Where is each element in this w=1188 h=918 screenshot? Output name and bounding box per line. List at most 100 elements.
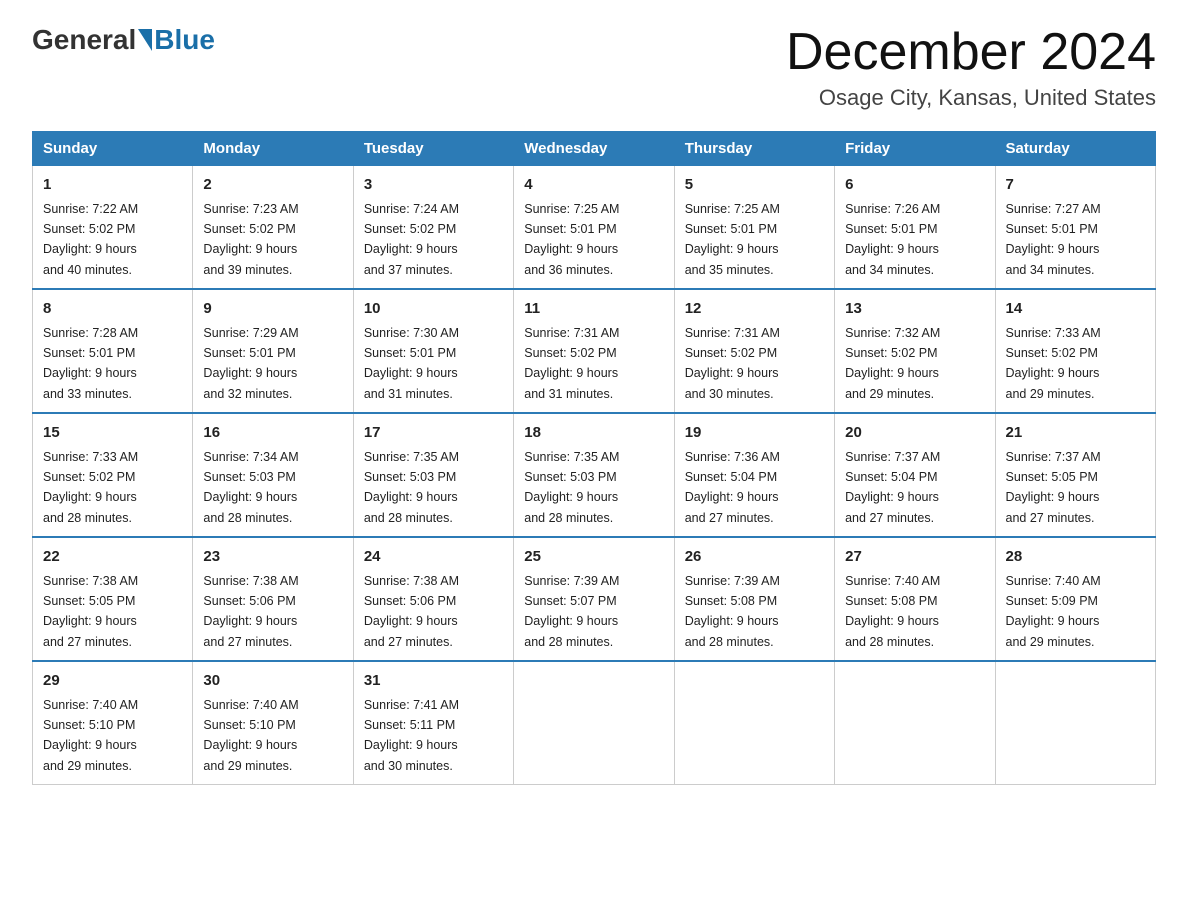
logo-arrow-icon xyxy=(138,29,152,51)
table-row: 11 Sunrise: 7:31 AMSunset: 5:02 PMDaylig… xyxy=(514,289,674,413)
day-number: 2 xyxy=(203,174,342,197)
day-info: Sunrise: 7:35 AMSunset: 5:03 PMDaylight:… xyxy=(524,450,619,525)
table-row: 2 Sunrise: 7:23 AMSunset: 5:02 PMDayligh… xyxy=(193,166,353,290)
day-info: Sunrise: 7:25 AMSunset: 5:01 PMDaylight:… xyxy=(524,202,619,277)
day-info: Sunrise: 7:26 AMSunset: 5:01 PMDaylight:… xyxy=(845,202,940,277)
logo-area: General Blue xyxy=(32,24,215,56)
day-number: 26 xyxy=(685,546,824,569)
calendar-table: Sunday Monday Tuesday Wednesday Thursday… xyxy=(32,131,1156,785)
day-info: Sunrise: 7:41 AMSunset: 5:11 PMDaylight:… xyxy=(364,698,459,773)
day-number: 10 xyxy=(364,298,503,321)
day-number: 28 xyxy=(1006,546,1145,569)
day-number: 27 xyxy=(845,546,984,569)
table-row: 28 Sunrise: 7:40 AMSunset: 5:09 PMDaylig… xyxy=(995,537,1155,661)
day-info: Sunrise: 7:34 AMSunset: 5:03 PMDaylight:… xyxy=(203,450,298,525)
table-row: 15 Sunrise: 7:33 AMSunset: 5:02 PMDaylig… xyxy=(33,413,193,537)
header-row: Sunday Monday Tuesday Wednesday Thursday… xyxy=(33,132,1156,166)
calendar-week-3: 15 Sunrise: 7:33 AMSunset: 5:02 PMDaylig… xyxy=(33,413,1156,537)
table-row: 5 Sunrise: 7:25 AMSunset: 5:01 PMDayligh… xyxy=(674,166,834,290)
day-number: 24 xyxy=(364,546,503,569)
day-number: 17 xyxy=(364,422,503,445)
table-row: 7 Sunrise: 7:27 AMSunset: 5:01 PMDayligh… xyxy=(995,166,1155,290)
day-info: Sunrise: 7:29 AMSunset: 5:01 PMDaylight:… xyxy=(203,326,298,401)
day-number: 23 xyxy=(203,546,342,569)
calendar-week-4: 22 Sunrise: 7:38 AMSunset: 5:05 PMDaylig… xyxy=(33,537,1156,661)
header-sunday: Sunday xyxy=(33,132,193,166)
header-thursday: Thursday xyxy=(674,132,834,166)
day-number: 7 xyxy=(1006,174,1145,197)
day-number: 15 xyxy=(43,422,182,445)
day-info: Sunrise: 7:31 AMSunset: 5:02 PMDaylight:… xyxy=(524,326,619,401)
day-info: Sunrise: 7:40 AMSunset: 5:08 PMDaylight:… xyxy=(845,574,940,649)
day-info: Sunrise: 7:30 AMSunset: 5:01 PMDaylight:… xyxy=(364,326,459,401)
calendar-week-5: 29 Sunrise: 7:40 AMSunset: 5:10 PMDaylig… xyxy=(33,661,1156,785)
calendar-week-2: 8 Sunrise: 7:28 AMSunset: 5:01 PMDayligh… xyxy=(33,289,1156,413)
table-row: 20 Sunrise: 7:37 AMSunset: 5:04 PMDaylig… xyxy=(835,413,995,537)
table-row: 26 Sunrise: 7:39 AMSunset: 5:08 PMDaylig… xyxy=(674,537,834,661)
day-info: Sunrise: 7:35 AMSunset: 5:03 PMDaylight:… xyxy=(364,450,459,525)
day-info: Sunrise: 7:28 AMSunset: 5:01 PMDaylight:… xyxy=(43,326,138,401)
day-number: 30 xyxy=(203,670,342,693)
day-number: 21 xyxy=(1006,422,1145,445)
table-row: 1 Sunrise: 7:22 AMSunset: 5:02 PMDayligh… xyxy=(33,166,193,290)
day-info: Sunrise: 7:38 AMSunset: 5:06 PMDaylight:… xyxy=(203,574,298,649)
table-row: 31 Sunrise: 7:41 AMSunset: 5:11 PMDaylig… xyxy=(353,661,513,785)
day-info: Sunrise: 7:40 AMSunset: 5:10 PMDaylight:… xyxy=(203,698,298,773)
day-info: Sunrise: 7:33 AMSunset: 5:02 PMDaylight:… xyxy=(43,450,138,525)
day-number: 14 xyxy=(1006,298,1145,321)
day-number: 19 xyxy=(685,422,824,445)
table-row xyxy=(514,661,674,785)
day-number: 16 xyxy=(203,422,342,445)
day-info: Sunrise: 7:38 AMSunset: 5:06 PMDaylight:… xyxy=(364,574,459,649)
table-row: 25 Sunrise: 7:39 AMSunset: 5:07 PMDaylig… xyxy=(514,537,674,661)
logo-general-text: General xyxy=(32,24,136,56)
calendar-body: 1 Sunrise: 7:22 AMSunset: 5:02 PMDayligh… xyxy=(33,166,1156,785)
day-info: Sunrise: 7:39 AMSunset: 5:08 PMDaylight:… xyxy=(685,574,780,649)
day-number: 22 xyxy=(43,546,182,569)
day-info: Sunrise: 7:25 AMSunset: 5:01 PMDaylight:… xyxy=(685,202,780,277)
day-number: 13 xyxy=(845,298,984,321)
day-number: 5 xyxy=(685,174,824,197)
table-row: 17 Sunrise: 7:35 AMSunset: 5:03 PMDaylig… xyxy=(353,413,513,537)
page-header: General Blue December 2024 Osage City, K… xyxy=(32,24,1156,111)
day-number: 3 xyxy=(364,174,503,197)
table-row: 4 Sunrise: 7:25 AMSunset: 5:01 PMDayligh… xyxy=(514,166,674,290)
table-row xyxy=(995,661,1155,785)
day-number: 20 xyxy=(845,422,984,445)
day-number: 6 xyxy=(845,174,984,197)
logo-blue-text: Blue xyxy=(154,24,215,56)
day-info: Sunrise: 7:36 AMSunset: 5:04 PMDaylight:… xyxy=(685,450,780,525)
day-number: 9 xyxy=(203,298,342,321)
day-number: 25 xyxy=(524,546,663,569)
title-area: December 2024 Osage City, Kansas, United… xyxy=(786,24,1156,111)
table-row: 29 Sunrise: 7:40 AMSunset: 5:10 PMDaylig… xyxy=(33,661,193,785)
table-row: 30 Sunrise: 7:40 AMSunset: 5:10 PMDaylig… xyxy=(193,661,353,785)
day-info: Sunrise: 7:23 AMSunset: 5:02 PMDaylight:… xyxy=(203,202,298,277)
day-info: Sunrise: 7:40 AMSunset: 5:09 PMDaylight:… xyxy=(1006,574,1101,649)
month-title: December 2024 xyxy=(786,24,1156,81)
day-info: Sunrise: 7:37 AMSunset: 5:04 PMDaylight:… xyxy=(845,450,940,525)
day-number: 4 xyxy=(524,174,663,197)
day-number: 29 xyxy=(43,670,182,693)
day-number: 12 xyxy=(685,298,824,321)
day-number: 18 xyxy=(524,422,663,445)
header-tuesday: Tuesday xyxy=(353,132,513,166)
table-row: 21 Sunrise: 7:37 AMSunset: 5:05 PMDaylig… xyxy=(995,413,1155,537)
table-row: 9 Sunrise: 7:29 AMSunset: 5:01 PMDayligh… xyxy=(193,289,353,413)
table-row: 22 Sunrise: 7:38 AMSunset: 5:05 PMDaylig… xyxy=(33,537,193,661)
table-row: 19 Sunrise: 7:36 AMSunset: 5:04 PMDaylig… xyxy=(674,413,834,537)
day-info: Sunrise: 7:24 AMSunset: 5:02 PMDaylight:… xyxy=(364,202,459,277)
header-wednesday: Wednesday xyxy=(514,132,674,166)
header-saturday: Saturday xyxy=(995,132,1155,166)
day-info: Sunrise: 7:39 AMSunset: 5:07 PMDaylight:… xyxy=(524,574,619,649)
logo: General Blue xyxy=(32,24,215,56)
day-info: Sunrise: 7:40 AMSunset: 5:10 PMDaylight:… xyxy=(43,698,138,773)
day-info: Sunrise: 7:31 AMSunset: 5:02 PMDaylight:… xyxy=(685,326,780,401)
day-info: Sunrise: 7:33 AMSunset: 5:02 PMDaylight:… xyxy=(1006,326,1101,401)
table-row: 13 Sunrise: 7:32 AMSunset: 5:02 PMDaylig… xyxy=(835,289,995,413)
table-row: 14 Sunrise: 7:33 AMSunset: 5:02 PMDaylig… xyxy=(995,289,1155,413)
table-row: 18 Sunrise: 7:35 AMSunset: 5:03 PMDaylig… xyxy=(514,413,674,537)
table-row: 24 Sunrise: 7:38 AMSunset: 5:06 PMDaylig… xyxy=(353,537,513,661)
table-row: 23 Sunrise: 7:38 AMSunset: 5:06 PMDaylig… xyxy=(193,537,353,661)
table-row: 10 Sunrise: 7:30 AMSunset: 5:01 PMDaylig… xyxy=(353,289,513,413)
